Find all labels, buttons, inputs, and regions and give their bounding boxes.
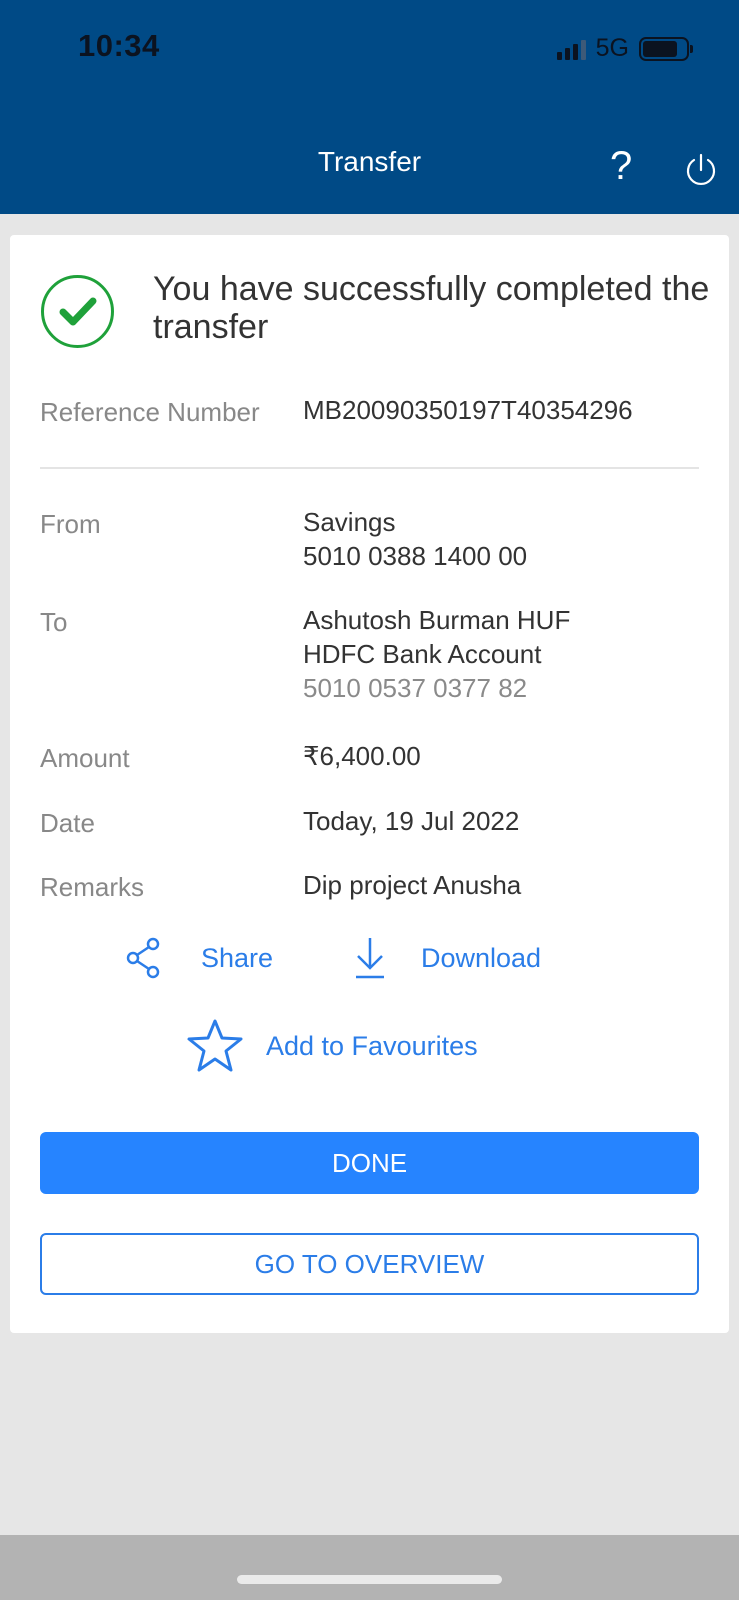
download-label: Download xyxy=(421,942,542,973)
to-bank: HDFC Bank Account xyxy=(303,639,542,669)
from-account-type: Savings xyxy=(303,507,396,537)
success-message: You have successfully completed the tran… xyxy=(153,270,710,346)
from-value: Savings 5010 0388 1400 00 xyxy=(303,505,527,573)
star-icon xyxy=(187,1019,243,1072)
to-value: Ashutosh Burman HUF HDFC Bank Account 50… xyxy=(303,603,570,705)
share-button[interactable]: Share xyxy=(125,937,273,979)
reference-label: Reference Number xyxy=(40,397,260,427)
to-name: Ashutosh Burman HUF xyxy=(303,605,571,635)
remarks-label: Remarks xyxy=(40,872,145,902)
done-button[interactable]: DONE xyxy=(40,1132,699,1194)
success-check-icon xyxy=(41,275,114,348)
favourites-label: Add to Favourites xyxy=(266,1030,478,1061)
status-time: 10:34 xyxy=(78,28,160,63)
app-header: 10:34 5G Transfer ? xyxy=(0,0,739,214)
help-icon[interactable]: ? xyxy=(610,144,632,189)
amount-label: Amount xyxy=(40,743,130,773)
status-indicators: 5G xyxy=(556,34,693,63)
download-icon xyxy=(356,938,384,979)
amount-value: ₹6,400.00 xyxy=(303,741,421,771)
reference-value: MB20090350197T40354296 xyxy=(303,395,633,425)
date-label: Date xyxy=(40,808,95,838)
go-to-overview-button[interactable]: GO TO OVERVIEW xyxy=(40,1233,699,1295)
to-label: To xyxy=(40,607,68,637)
from-label: From xyxy=(40,509,101,539)
divider xyxy=(40,467,699,469)
power-icon[interactable] xyxy=(683,152,719,188)
share-icon xyxy=(126,937,160,979)
battery-icon xyxy=(639,36,693,61)
add-to-favourites-button[interactable]: Add to Favourites xyxy=(186,1018,478,1074)
network-type: 5G xyxy=(595,34,629,62)
remarks-value: Dip project Anusha xyxy=(303,870,522,900)
to-account-number: 5010 0537 0377 82 xyxy=(303,673,528,703)
share-label: Share xyxy=(201,942,274,973)
download-button[interactable]: Download xyxy=(353,936,541,980)
date-value: Today, 19 Jul 2022 xyxy=(303,806,520,836)
home-indicator[interactable] xyxy=(237,1575,502,1584)
signal-icon xyxy=(556,38,586,60)
from-account-number: 5010 0388 1400 00 xyxy=(303,541,528,571)
home-bar-area xyxy=(0,1535,739,1600)
